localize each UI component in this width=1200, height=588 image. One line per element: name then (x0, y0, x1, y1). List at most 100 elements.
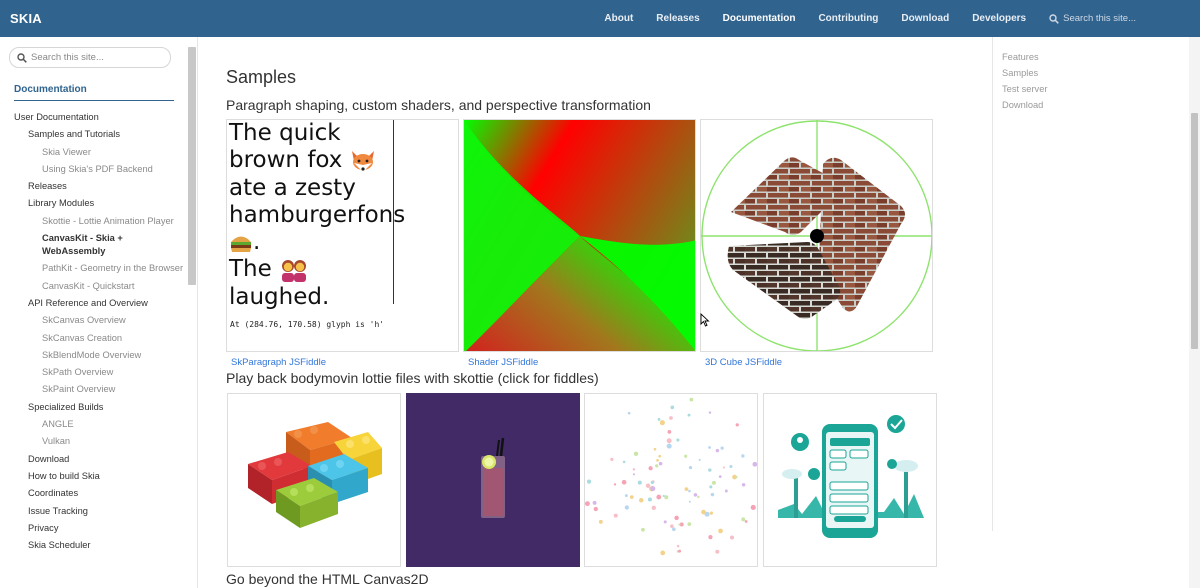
confetti-dot (648, 466, 653, 471)
nav-contributing[interactable]: Contributing (818, 13, 878, 24)
confetti-dot (666, 438, 672, 444)
confetti-image (585, 397, 757, 556)
confetti-dot (613, 483, 617, 486)
sidebar-item[interactable]: User Documentation (0, 111, 186, 124)
confetti-dot (621, 479, 627, 485)
page-scrollbar-thumb[interactable] (1191, 113, 1198, 349)
confetti-dot (708, 411, 712, 414)
sidebar-item[interactable]: Skottie - Lottie Animation Player (0, 215, 186, 228)
confetti-dot (708, 468, 712, 472)
lottie-confetti-tile[interactable] (584, 393, 758, 567)
nav-documentation[interactable]: Documentation (723, 13, 796, 24)
confetti-dot (650, 480, 654, 485)
confetti-dot (688, 489, 691, 493)
lottie-lego-tile[interactable] (227, 393, 401, 567)
sidebar-item[interactable]: Privacy (0, 522, 186, 535)
confetti-dot (741, 454, 745, 458)
sidebar-item[interactable]: SkPaint Overview (0, 383, 186, 396)
confetti-dot (624, 494, 628, 498)
sidebar-item[interactable]: CanvasKit - Skia + WebAssembly (0, 232, 186, 258)
confetti-dot (629, 495, 634, 499)
nav-search[interactable]: Search this site... (1049, 13, 1136, 24)
lottie-drink-tile[interactable] (406, 393, 580, 567)
confetti-dot (729, 464, 733, 469)
sidebar-item[interactable]: SkBlendMode Overview (0, 349, 186, 362)
cocktail-glass-image (481, 437, 505, 518)
paragraph-status-text: At (284.76, 170.58) glyph is 'h' (230, 320, 385, 329)
sidebar-item[interactable]: SkCanvas Creation (0, 332, 186, 345)
confetti-dot (744, 520, 748, 523)
confetti-dot (632, 468, 636, 471)
toc-download[interactable]: Download (1002, 100, 1043, 110)
confetti-dot (684, 487, 689, 492)
section-heading-lottie: Play back bodymovin lottie files with sk… (226, 370, 599, 386)
sidebar-item[interactable]: Releases (0, 180, 186, 193)
confetti-dot (698, 458, 701, 461)
sidebar-item[interactable]: Download (0, 453, 186, 466)
confetti-dot (659, 420, 665, 426)
nav-releases[interactable]: Releases (656, 13, 699, 24)
sidebar-item[interactable]: Samples and Tutorials (0, 128, 186, 141)
confetti-dot (663, 520, 667, 524)
confetti-dot (720, 446, 724, 450)
paragraph-demo-canvas[interactable]: The quick brown fox ate a zesty hamburge… (226, 119, 459, 352)
sidebar-item[interactable]: SkPath Overview (0, 366, 186, 379)
sidebar-item[interactable]: PathKit - Geometry in the Browser (0, 262, 186, 275)
paragraph-line: The (229, 256, 399, 283)
toc-samples[interactable]: Samples (1002, 68, 1038, 78)
confetti-dot (670, 405, 675, 410)
page-title: Samples (226, 67, 297, 87)
sidebar-item[interactable]: SkCanvas Overview (0, 314, 186, 327)
confetti-dot (689, 397, 694, 402)
sidebar-item[interactable]: Specialized Builds (0, 401, 186, 414)
women-emoji-icon (282, 259, 307, 282)
sidebar-item[interactable]: Vulkan (0, 435, 186, 448)
nav-developers[interactable]: Developers (972, 13, 1026, 24)
sidebar-item[interactable]: How to build Skia (0, 470, 186, 483)
shader-fiddle-link[interactable]: Shader JSFiddle (468, 357, 538, 368)
toc-features[interactable]: Features (1002, 52, 1039, 62)
cube-demo-canvas[interactable] (700, 119, 933, 352)
nav-search-placeholder: Search this site... (1063, 13, 1136, 24)
page-scrollbar[interactable] (1189, 37, 1200, 588)
sidebar-item[interactable]: ANGLE (0, 418, 186, 431)
confetti-dot (658, 454, 662, 458)
confetti-dot (633, 451, 639, 457)
sidebar-item[interactable]: Coordinates (0, 487, 186, 500)
left-sidebar: Search this site... Documentation User D… (0, 37, 198, 588)
sidebar-nav-list: User Documentation Samples and Tutorials S… (0, 111, 186, 556)
cube-3d-image (701, 120, 932, 351)
skparagraph-fiddle-link[interactable]: SkParagraph JSFiddle (231, 357, 326, 368)
confetti-dot (645, 483, 651, 488)
sidebar-scrollbar[interactable] (188, 47, 196, 285)
confetti-dot (735, 423, 739, 427)
confetti-dot (657, 417, 661, 421)
confetti-dot (697, 495, 700, 499)
nav-download[interactable]: Download (901, 13, 949, 24)
confetti-dot (624, 505, 629, 510)
cube-fiddle-link[interactable]: 3D Cube JSFiddle (705, 357, 782, 368)
confetti-dot (632, 473, 636, 476)
confetti-dot (637, 480, 642, 485)
confetti-dot (750, 504, 756, 510)
sidebar-item[interactable]: Skia Viewer (0, 146, 186, 159)
sidebar-item[interactable]: Skia Scheduler (0, 539, 186, 552)
confetti-dot (678, 523, 681, 526)
toc-test-server[interactable]: Test server (1002, 84, 1047, 94)
shader-demo-canvas[interactable] (463, 119, 696, 352)
confetti-dot (658, 461, 663, 466)
sidebar-item[interactable]: API Reference and Overview (0, 297, 186, 310)
paragraph-line: . (229, 229, 399, 256)
sidebar-search-input[interactable]: Search this site... (9, 47, 171, 68)
sidebar-item[interactable]: Using Skia's PDF Backend (0, 163, 186, 176)
sidebar-item[interactable]: Library Modules (0, 197, 186, 210)
confetti-dot (684, 454, 688, 458)
top-navbar: SKIA About Releases Documentation Contri… (0, 0, 1200, 37)
brand-logo[interactable]: SKIA (10, 11, 42, 26)
search-icon (1049, 13, 1059, 24)
nav-about[interactable]: About (604, 13, 633, 24)
sidebar-title[interactable]: Documentation (14, 84, 174, 101)
sidebar-item[interactable]: CanvasKit - Quickstart (0, 280, 186, 293)
sidebar-item[interactable]: Issue Tracking (0, 505, 186, 518)
lottie-phone-tile[interactable] (763, 393, 937, 567)
